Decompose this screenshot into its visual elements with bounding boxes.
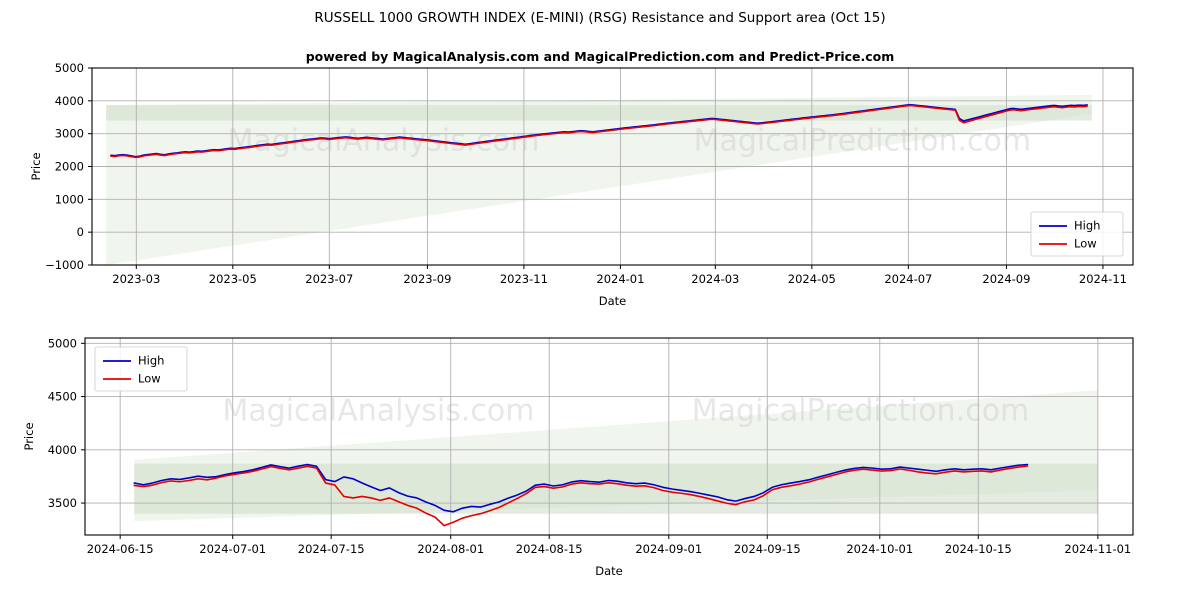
x-tick-label: 2024-08-01: [417, 542, 484, 556]
y-axis-title: Price: [29, 152, 43, 180]
chart-canvas: RUSSELL 1000 GROWTH INDEX (E-MINI) (RSG)…: [0, 0, 1200, 600]
x-tick-label: 2023-11: [500, 272, 548, 286]
x-tick-label: 2024-01: [596, 272, 644, 286]
y-axis-title: Price: [22, 422, 36, 450]
chart-figure: RUSSELL 1000 GROWTH INDEX (E-MINI) (RSG)…: [0, 0, 1200, 600]
x-tick-label: 2023-05: [209, 272, 257, 286]
y-tick-label: 4000: [55, 94, 84, 108]
x-tick-label: 2024-03: [691, 272, 739, 286]
x-axis-title: Date: [599, 294, 627, 308]
x-tick-label: 2024-09: [982, 272, 1030, 286]
legend-label-low: Low: [138, 372, 161, 386]
page-title: RUSSELL 1000 GROWTH INDEX (E-MINI) (RSG)…: [314, 10, 885, 26]
x-tick-label: 2023-07: [305, 272, 353, 286]
x-tick-label: 2024-10-01: [846, 542, 913, 556]
y-tick-label: 1000: [55, 192, 84, 206]
x-tick-label: 2024-09-15: [734, 542, 801, 556]
x-tick-label: 2024-11-01: [1064, 542, 1131, 556]
y-tick-label: 5000: [55, 61, 84, 75]
legend: High Low: [1030, 211, 1124, 257]
x-tick-label: 2024-08-15: [516, 542, 583, 556]
x-tick-label: 2024-07-15: [298, 542, 365, 556]
x-tick-label: 2024-09-01: [635, 542, 702, 556]
legend-label-high: High: [1074, 219, 1100, 233]
x-tick-label: 2023-03: [112, 272, 160, 286]
x-tick-label: 2024-07: [884, 272, 932, 286]
watermark-text: MagicalPrediction.com: [694, 124, 1032, 159]
legend: High Low: [94, 346, 188, 392]
y-tick-label: 3500: [48, 496, 77, 510]
page-subtitle: powered by MagicalAnalysis.com and Magic…: [306, 49, 895, 64]
x-tick-label: 2023-09: [403, 272, 451, 286]
y-tick-label: −1000: [45, 258, 84, 272]
x-axis-title: Date: [595, 564, 623, 578]
watermark-text: MagicalAnalysis.com: [222, 394, 534, 429]
legend-label-high: High: [138, 354, 164, 368]
x-tick-label: 2024-05: [788, 272, 836, 286]
x-tick-label: 2024-11: [1079, 272, 1127, 286]
x-tick-label: 2024-07-01: [199, 542, 266, 556]
y-tick-label: 4000: [48, 443, 77, 457]
x-tick-label: 2024-10-15: [945, 542, 1012, 556]
legend-label-low: Low: [1074, 237, 1097, 251]
y-tick-label: 5000: [48, 336, 77, 350]
y-tick-label: 4500: [48, 390, 77, 404]
y-tick-label: 0: [77, 225, 84, 239]
y-tick-label: 3000: [55, 127, 84, 141]
y-tick-label: 2000: [55, 160, 84, 174]
x-tick-label: 2024-06-15: [87, 542, 154, 556]
